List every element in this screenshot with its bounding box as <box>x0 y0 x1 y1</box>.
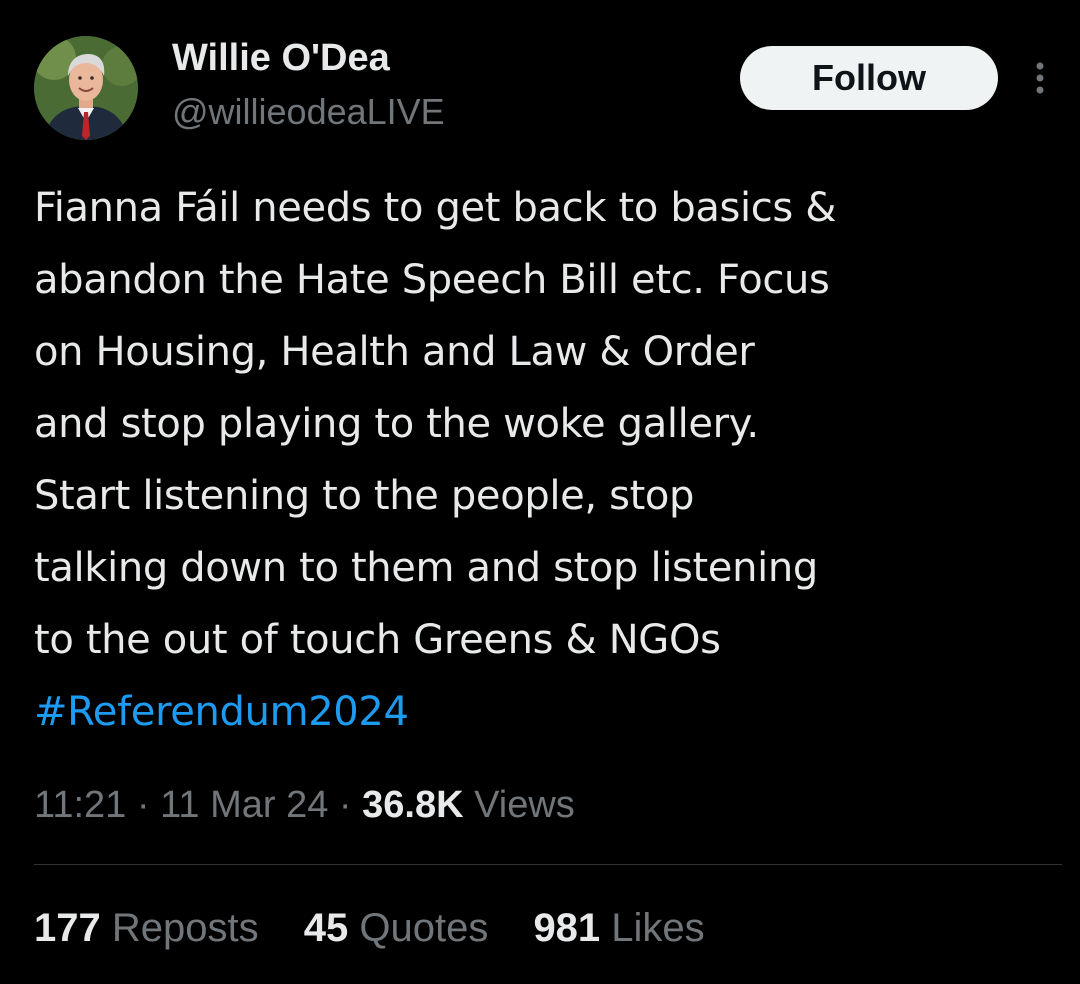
tweet-text-line: on Housing, Health and Law & Order <box>34 329 755 375</box>
tweet-meta: 11:21 · 11 Mar 24 · 36.8K Views <box>34 778 575 832</box>
tweet-text: Fianna Fáil needs to get back to basics … <box>34 172 1074 748</box>
likes-count: 981 <box>533 906 601 950</box>
engagement-stats: 177 Reposts 45 Quotes 981 Likes <box>34 900 739 956</box>
reposts-label: Reposts <box>100 906 259 950</box>
tweet-text-line: Fianna Fáil needs to get back to basics … <box>34 185 837 231</box>
meta-separator: · <box>126 784 161 826</box>
tweet-text-line: Start listening to the people, stop <box>34 473 695 519</box>
views-label: Views <box>463 784 575 826</box>
views-count: 36.8K <box>362 784 464 826</box>
reposts-stat[interactable]: 177 Reposts <box>34 900 259 956</box>
quotes-label: Quotes <box>348 906 489 950</box>
avatar[interactable] <box>34 36 138 140</box>
hashtag-link[interactable]: #Referendum2024 <box>34 689 409 735</box>
author-handle[interactable]: @willieodeaLIVE <box>172 90 445 134</box>
tweet-text-line: to the out of touch Greens & NGOs <box>34 617 721 663</box>
quotes-count: 45 <box>303 906 349 950</box>
more-vertical-icon[interactable] <box>1026 58 1054 98</box>
tweet-card: Willie O'Dea @willieodeaLIVE Follow Fian… <box>0 0 1080 984</box>
tweet-date[interactable]: 11 Mar 24 <box>160 784 328 826</box>
meta-separator: · <box>328 784 363 826</box>
likes-label: Likes <box>600 906 705 950</box>
avatar-photo <box>34 36 138 140</box>
likes-stat[interactable]: 981 Likes <box>533 900 704 956</box>
author-display-name[interactable]: Willie O'Dea <box>172 36 390 80</box>
reposts-count: 177 <box>34 906 101 950</box>
tweet-text-line: talking down to them and stop listening <box>34 545 818 591</box>
quotes-stat[interactable]: 45 Quotes <box>304 900 489 956</box>
tweet-text-line: abandon the Hate Speech Bill etc. Focus <box>34 257 830 303</box>
divider <box>34 864 1062 865</box>
tweet-text-line: and stop playing to the woke gallery. <box>34 401 759 447</box>
follow-button[interactable]: Follow <box>740 46 998 110</box>
tweet-time[interactable]: 11:21 <box>34 784 126 826</box>
